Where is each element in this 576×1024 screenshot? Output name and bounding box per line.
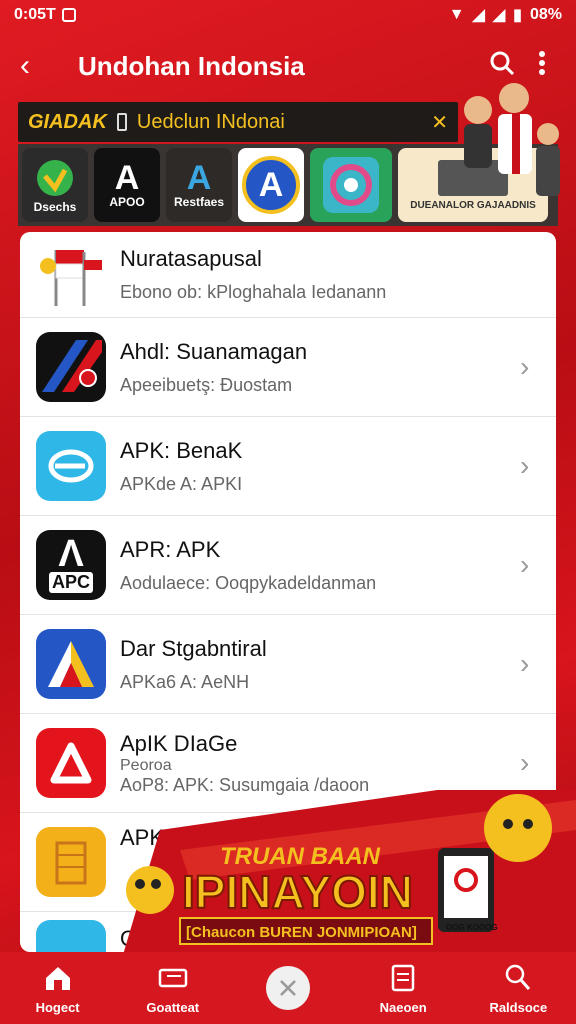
signal-icon: ◢ xyxy=(472,7,485,24)
icon-caption: APC xyxy=(48,571,93,593)
chevron-right-icon: › xyxy=(520,549,530,580)
phone-icon xyxy=(116,113,127,131)
list-item[interactable]: Dar Stgabntiral APKa6 A: AeNH › xyxy=(20,615,556,714)
tile-caption: APOO xyxy=(109,195,145,209)
close-button[interactable] xyxy=(265,966,310,1010)
featured-tile-4[interactable]: A xyxy=(238,148,304,222)
app-name: ApIK DIaGe xyxy=(120,730,238,756)
nav-label: Naeoen xyxy=(379,999,427,1015)
list-item[interactable]: Ahdl: Suanamagan Apeeibuetş: Ðuostam › xyxy=(20,318,556,417)
app-subtitle: APKde A: APKI xyxy=(120,473,243,494)
chevron-right-icon: › xyxy=(520,648,530,679)
stripe-logo-icon xyxy=(42,340,102,392)
phone-caption: OOG KOOOG xyxy=(446,923,498,932)
promo-line-3: [Chaucon BUREN JONMIPIOAN] xyxy=(186,924,417,941)
app-icon xyxy=(36,728,106,798)
app-icon xyxy=(36,827,106,897)
featured-tile-2[interactable]: A APOO xyxy=(94,148,160,222)
tile-logo: A xyxy=(186,159,212,197)
tile-caption: Dsechs xyxy=(33,200,77,214)
app-subtitle: Aodulaece: Ooqpykadeldanman xyxy=(120,572,377,593)
app-name: APK: BenaK xyxy=(120,437,243,463)
notification-icon xyxy=(61,8,76,22)
mascot-icon xyxy=(484,794,552,862)
promo-headline: IPINAYOIN xyxy=(182,866,413,918)
promo-banner-strip[interactable]: GIADAK Uedclun INdonai ✕ xyxy=(18,102,458,142)
status-bar: 0:05T ▼ ◢ ◢ ▮ 08% xyxy=(0,0,576,30)
battery-icon: ▮ xyxy=(513,7,522,24)
nav-label: Raldsoce xyxy=(489,999,548,1015)
tile-caption: Restfaes xyxy=(173,195,225,209)
close-icon xyxy=(280,980,296,996)
building-logo-icon xyxy=(55,841,87,885)
chevron-right-icon: › xyxy=(520,450,530,481)
nav-item-document[interactable]: Naeoen xyxy=(353,962,453,1015)
tools-icon: ✕ xyxy=(431,111,448,134)
spiral-logo-icon xyxy=(323,157,379,213)
featured-tile-3[interactable]: A Restfaes xyxy=(166,148,232,222)
app-icon xyxy=(36,332,106,402)
list-item[interactable]: Λ APC APR: APK Aodulaece: Ooqpykadeldanm… xyxy=(20,516,556,615)
banner-subtitle: Uedclun INdonai xyxy=(136,110,285,133)
banner-brand: GIADAK xyxy=(28,110,107,133)
list-item[interactable]: APK: BenaK APKde A: APKI › xyxy=(20,417,556,516)
nav-item-close[interactable] xyxy=(238,966,338,1010)
shield-logo-icon xyxy=(37,160,73,196)
app-icon: Λ APC xyxy=(36,530,106,600)
signal-icon-2: ◢ xyxy=(492,7,506,24)
app-name: Ahdl: Suanamagan xyxy=(120,338,308,364)
app-subtitle: Apeeibuetş: Ðuostam xyxy=(120,374,293,395)
e-logo-icon xyxy=(48,449,94,483)
ticket-icon xyxy=(158,968,188,987)
app-subtitle: Ebono ob: kPloghahala Iedanann xyxy=(120,282,387,302)
app-icon xyxy=(36,431,106,501)
nav-item-ticket[interactable]: Goatteat xyxy=(123,962,223,1015)
search-user-icon xyxy=(506,964,531,990)
nav-label: Goatteat xyxy=(146,999,200,1015)
back-button[interactable]: ‹ xyxy=(20,49,60,83)
clock: 0:05T xyxy=(14,6,56,23)
a-triangle-logo-icon xyxy=(48,641,94,687)
page-title: Undohan Indonsia xyxy=(78,50,305,81)
nav-item-home[interactable]: Hogect xyxy=(8,962,108,1015)
list-item[interactable]: Nuratasapusal Ebono ob: kPloghahala Ieda… xyxy=(20,232,556,318)
battery-level: 08% xyxy=(529,6,562,23)
app-name: Dar Stgabntiral xyxy=(120,635,267,661)
nav-label: Hogect xyxy=(35,999,80,1015)
promo-overlay[interactable]: TRUAN BAAN IPINAYOIN [Chaucon BUREN JONM… xyxy=(120,790,576,965)
app-tagline: Peoroa xyxy=(120,756,172,774)
people-illustration xyxy=(464,83,560,196)
indonesia-flag-icon xyxy=(36,239,106,310)
app-icon xyxy=(36,920,106,952)
chevron-right-icon: › xyxy=(520,747,530,778)
app-subtitle: APKa6 A: AeNH xyxy=(120,671,250,692)
app-icon xyxy=(36,629,106,699)
nav-item-search-user[interactable]: Raldsoce xyxy=(468,962,568,1015)
tile-logo: A xyxy=(114,159,140,197)
document-icon xyxy=(391,964,415,991)
coin-mascot-icon xyxy=(126,866,174,914)
bottom-nav: Hogect Goatteat Naeoen Raldsoce xyxy=(0,952,576,1024)
featured-tile-5[interactable] xyxy=(310,148,392,222)
featured-tile-1[interactable]: Dsechs xyxy=(22,148,88,222)
app-name: APR: APK xyxy=(120,536,221,562)
a-outline-logo-icon xyxy=(50,742,92,784)
chevron-right-icon: › xyxy=(520,351,530,382)
wifi-icon: ▼ xyxy=(448,6,465,23)
home-icon xyxy=(45,966,70,990)
a-logo-icon: Λ xyxy=(58,533,84,576)
app-name: Nuratasapusal xyxy=(120,246,262,271)
a-logo-icon: A xyxy=(242,156,300,214)
